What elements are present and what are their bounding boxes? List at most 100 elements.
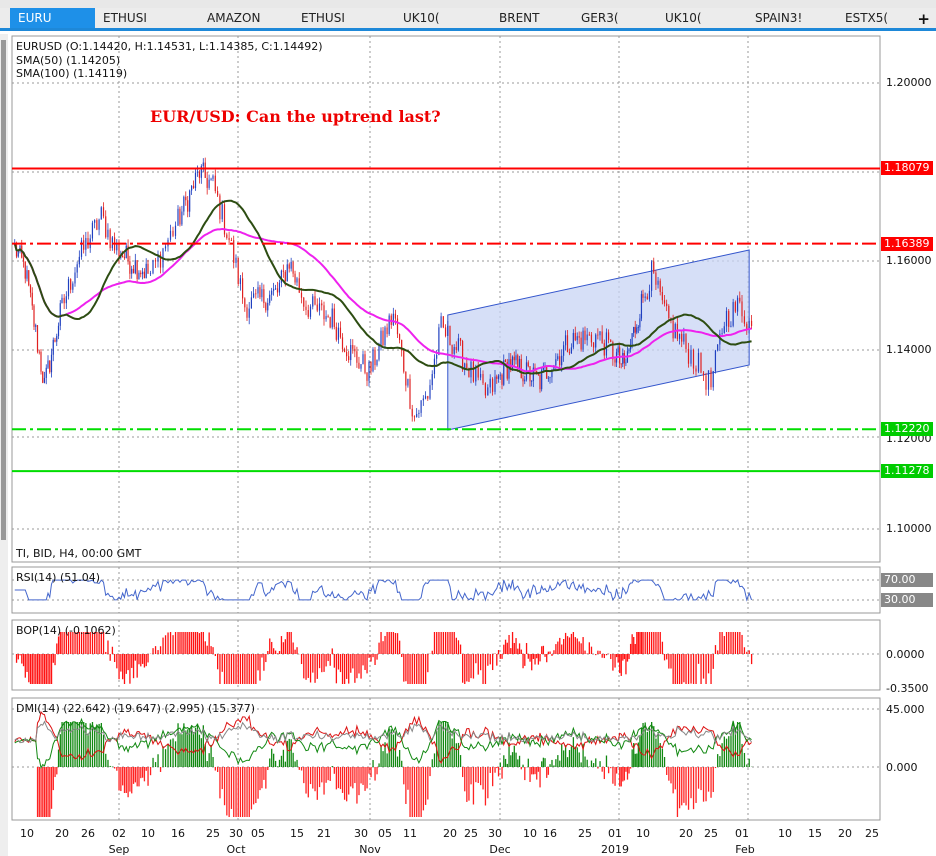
dmi-histogram-bar xyxy=(294,761,296,767)
candle-body xyxy=(286,264,288,282)
dmi-histogram-bar xyxy=(131,767,133,794)
bop-bar xyxy=(614,654,616,668)
dmi-histogram-bar xyxy=(52,767,54,791)
bop-bar xyxy=(214,654,216,657)
candle-body xyxy=(210,178,212,180)
bop-bar xyxy=(50,654,53,684)
candle-body xyxy=(56,336,58,342)
dmi-histogram-bar xyxy=(214,767,216,771)
bop-bar xyxy=(648,632,651,654)
candle-body xyxy=(366,372,368,381)
candle-body xyxy=(555,359,557,366)
candle-body xyxy=(657,280,659,285)
dmi-histogram-bar xyxy=(568,750,571,767)
bop-bar xyxy=(482,654,484,684)
bop-min-label: -0.3500 xyxy=(886,682,929,695)
candle-body xyxy=(702,372,705,376)
dmi-histogram-bar xyxy=(337,767,340,789)
bop-bar xyxy=(172,635,174,654)
dmi-histogram-bar xyxy=(531,767,533,775)
dmi-histogram-bar xyxy=(475,767,477,783)
dmi-histogram-bar xyxy=(409,767,411,817)
candle-body xyxy=(28,270,30,286)
dmi-histogram-bar xyxy=(85,723,87,767)
bop-bar xyxy=(380,632,382,654)
bop-bar xyxy=(692,654,695,684)
bop-bar xyxy=(276,653,279,654)
candle-body xyxy=(455,347,457,350)
bop-bar xyxy=(743,647,746,654)
bop-bar xyxy=(640,632,643,654)
bop-bar xyxy=(597,650,599,654)
price-chart[interactable] xyxy=(0,0,936,856)
bop-bar xyxy=(564,632,567,654)
rsi-70-label: 70.00 xyxy=(881,573,933,587)
bop-bar xyxy=(639,632,641,654)
x-month-label: Sep xyxy=(108,843,130,856)
bop-bar xyxy=(670,654,672,669)
dmi-zero-label: 0.000 xyxy=(886,761,918,774)
dmi-histogram-bar xyxy=(576,747,578,767)
candle-body xyxy=(695,368,697,372)
candle-body xyxy=(45,367,47,378)
candle-body xyxy=(651,261,653,291)
candle-body xyxy=(527,362,529,367)
bop-bar xyxy=(420,654,422,684)
candle-body xyxy=(440,316,442,328)
candle-body xyxy=(607,332,610,340)
bop-bar xyxy=(57,636,60,654)
dmi-histogram-bar xyxy=(339,767,342,790)
dmi-histogram-bar xyxy=(712,767,714,793)
candle-body xyxy=(707,370,710,390)
dmi-histogram-bar xyxy=(518,755,521,767)
candle-body xyxy=(364,354,366,373)
bop-bar xyxy=(489,654,491,665)
dmi-histogram-bar xyxy=(457,742,460,767)
candle-body xyxy=(382,330,384,346)
bop-bar xyxy=(398,640,401,654)
candle-body xyxy=(278,282,281,293)
candle-body xyxy=(690,349,692,364)
dmi-histogram-bar xyxy=(532,767,535,775)
candle-body xyxy=(374,349,376,366)
dmi-histogram-bar xyxy=(743,752,746,767)
candle-body xyxy=(442,316,444,328)
dmi-histogram-bar xyxy=(382,751,384,767)
bop-bar xyxy=(107,640,109,654)
bop-bar xyxy=(370,654,372,662)
candle-body xyxy=(447,325,449,336)
dmi-histogram-bar xyxy=(354,767,356,784)
bop-bar xyxy=(390,632,392,654)
x-tick-label: 10 xyxy=(20,827,34,840)
candle-body xyxy=(394,313,397,319)
price-label: 1.14000 xyxy=(886,343,932,356)
dmi-histogram-bar xyxy=(607,767,610,774)
dmi-histogram-bar xyxy=(536,767,538,780)
candle-body xyxy=(187,200,189,212)
candle-body xyxy=(50,354,53,373)
dmi-histogram-bar xyxy=(721,743,723,767)
bop-bar xyxy=(534,654,536,665)
candle-body xyxy=(100,207,102,220)
bop-bar xyxy=(424,654,427,684)
bop-bar xyxy=(477,654,479,675)
x-tick-label: 25 xyxy=(704,827,718,840)
candle-body xyxy=(480,373,482,378)
candle-body xyxy=(242,278,244,299)
candle-body xyxy=(321,303,323,306)
candle-body xyxy=(497,375,500,379)
candle-body xyxy=(296,278,298,283)
candle-body xyxy=(305,306,307,311)
level-price-tag: 1.18079 xyxy=(881,161,933,176)
candle-body xyxy=(196,171,199,173)
dmi-histogram-bar xyxy=(564,745,567,767)
dmi-histogram-bar xyxy=(362,767,364,785)
dmi-histogram-bar xyxy=(515,752,517,767)
bop-bar xyxy=(451,632,453,654)
bop-bar xyxy=(578,641,580,654)
candle-body xyxy=(38,351,40,353)
dmi-histogram-bar xyxy=(482,767,484,790)
dmi-histogram-bar xyxy=(127,767,129,798)
candle-body xyxy=(329,317,331,328)
candle-body xyxy=(511,356,514,370)
